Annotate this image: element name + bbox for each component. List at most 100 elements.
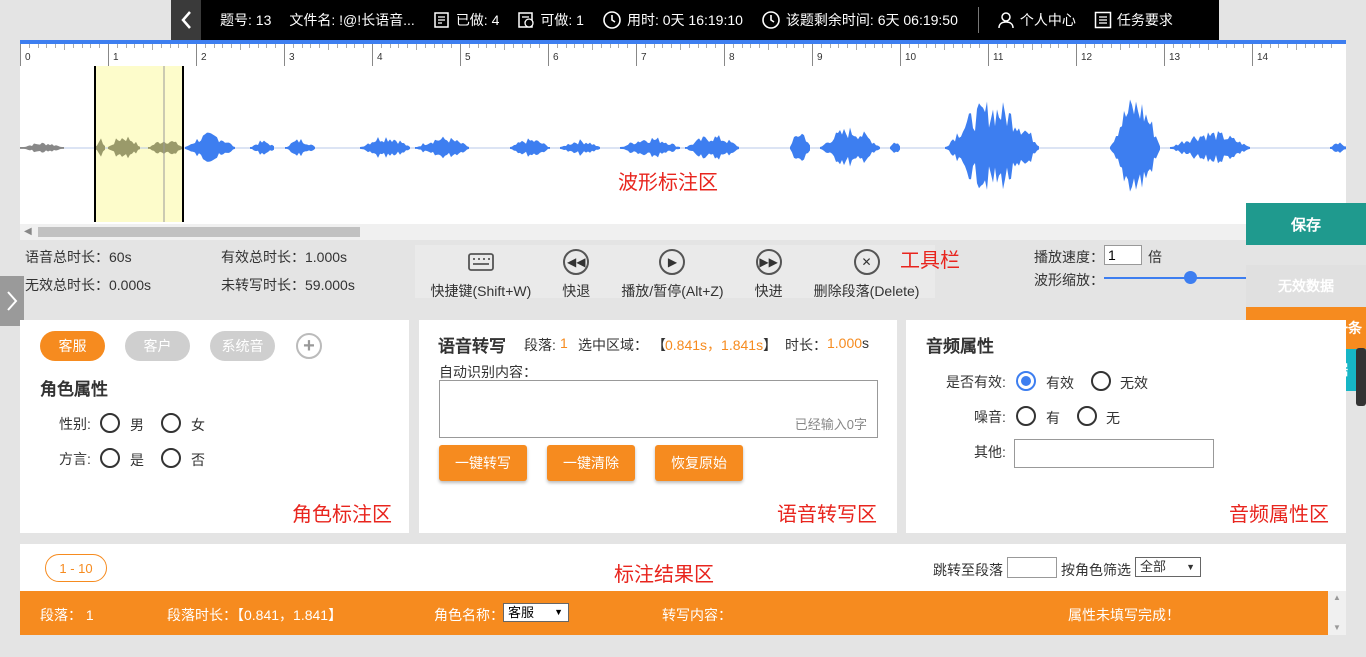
results-area-label: 标注结果区	[614, 564, 714, 586]
other-input[interactable]	[1014, 439, 1214, 468]
ruler-tick	[196, 44, 197, 66]
transcription-textarea[interactable]: 已经输入0字	[439, 380, 878, 438]
ruler-minor-tick	[477, 44, 479, 48]
gender-male-radio[interactable]	[100, 413, 120, 433]
results-scrollbar[interactable]: ▲ ▼	[1328, 591, 1346, 635]
rewind-button[interactable]: ◀◀ 快退	[562, 249, 590, 301]
jump-to-segment-label: 跳转至段落	[933, 562, 1003, 578]
role-tab-agent[interactable]: 客服	[40, 331, 105, 361]
row-role-select[interactable]: 客服 ▼	[503, 603, 569, 622]
user-icon	[998, 12, 1014, 29]
result-row[interactable]: 段落： 1 段落时长：【0.841，1.841】 角色名称： 客服 ▼ 转写内容…	[20, 591, 1328, 635]
waveform-burst	[20, 142, 64, 153]
transcribe-title: 语音转写	[438, 337, 506, 356]
ruler-tick	[988, 44, 989, 66]
ruler-tick-label: 4	[377, 52, 383, 63]
jump-segment-input[interactable]	[1007, 557, 1057, 578]
gender-female-radio[interactable]	[161, 413, 181, 433]
ruler-minor-tick	[873, 44, 875, 48]
ruler-minor-tick	[609, 44, 611, 48]
ruler-minor-tick	[310, 44, 312, 48]
ruler-minor-tick	[222, 44, 224, 48]
invalid-data-button[interactable]: 无效数据	[1246, 265, 1366, 307]
ruler-minor-tick	[653, 44, 655, 48]
ruler-minor-tick	[1243, 44, 1245, 48]
scroll-down-icon[interactable]: ▼	[1333, 623, 1341, 632]
waveform-burst	[945, 101, 1039, 190]
ruler-minor-tick	[530, 44, 532, 48]
side-scroll-indicator[interactable]	[1356, 348, 1366, 406]
waveform-burst	[285, 139, 315, 157]
ruler-tick	[900, 44, 901, 66]
scrollbar-thumb[interactable]	[38, 227, 360, 237]
row-role-label: 角色名称：	[434, 607, 504, 623]
zoom-slider-track[interactable]	[1104, 277, 1246, 279]
ruler-minor-tick	[785, 44, 787, 48]
waveform-scrollbar[interactable]: ◀	[20, 224, 1346, 240]
ruler-minor-tick	[398, 44, 400, 48]
ruler-minor-tick	[319, 44, 321, 48]
ruler-tick-label: 11	[993, 52, 1004, 63]
file-name: 文件名: !@!长语音...	[289, 12, 415, 28]
scroll-up-icon[interactable]: ▲	[1333, 593, 1341, 602]
ruler-minor-tick	[996, 44, 998, 48]
ruler-minor-tick	[688, 44, 690, 48]
waveform-burst	[185, 132, 235, 162]
ruler-minor-tick	[90, 44, 92, 48]
shortcut-button[interactable]: 快捷键(Shift+W)	[431, 249, 531, 301]
noise-yes-radio[interactable]	[1016, 406, 1036, 426]
waveform-canvas[interactable]	[20, 66, 1346, 222]
ruler-minor-tick	[820, 44, 822, 48]
ruler-minor-tick	[37, 44, 39, 48]
used-time: 用时: 0天 16:19:10	[602, 10, 743, 30]
waveform-burst	[510, 138, 550, 157]
waveform-burst	[685, 135, 739, 160]
ruler-minor-tick	[618, 44, 620, 48]
waveform-burst	[415, 136, 469, 159]
dialect-yes-radio[interactable]	[100, 448, 120, 468]
ruler-minor-tick	[442, 44, 444, 48]
ruler-minor-tick	[1058, 44, 1060, 48]
page-range-button[interactable]: 1 - 10	[45, 554, 107, 582]
ruler-minor-tick	[1120, 44, 1121, 50]
one-click-transcribe-button[interactable]: 一键转写	[439, 445, 527, 481]
audio-attributes-title: 音频属性	[926, 337, 994, 356]
zoom-slider-handle[interactable]	[1184, 271, 1197, 284]
ruler-minor-tick	[856, 44, 857, 50]
valid-no-radio[interactable]	[1091, 371, 1111, 391]
toolbar-area-label: 工具栏	[900, 250, 960, 272]
back-button[interactable]	[171, 0, 201, 40]
scroll-left-icon[interactable]: ◀	[24, 226, 32, 237]
selection-bracket-open: 【	[652, 337, 666, 353]
task-requirements-link[interactable]: 任务要求	[1094, 10, 1173, 30]
role-tab-system[interactable]: 系统音	[210, 331, 275, 361]
valid-yes-radio[interactable]	[1016, 371, 1036, 391]
expand-left-button[interactable]	[0, 276, 24, 326]
role-filter-select[interactable]: 全部 ▼	[1135, 557, 1201, 577]
role-tab-customer[interactable]: 客户	[125, 331, 190, 361]
ruler-minor-tick	[944, 44, 945, 50]
gender-label: 性别:	[59, 416, 91, 432]
waveform-panel[interactable]: 0 1 2 3 4 5 6 7 8 9 10 11 12 13 14 波形标注区 ◀	[20, 40, 1346, 240]
user-center-link[interactable]: 个人中心	[997, 10, 1076, 30]
ruler-minor-tick	[706, 44, 708, 48]
one-click-clear-button[interactable]: 一键清除	[547, 445, 635, 481]
ruler-tick-label: 5	[465, 52, 471, 63]
forward-button[interactable]: ▶▶ 快进	[755, 249, 783, 301]
ruler-minor-tick	[1269, 44, 1271, 48]
add-role-button[interactable]: +	[296, 333, 322, 359]
ruler-tick	[108, 44, 109, 66]
row-role-value: 客服	[508, 605, 535, 620]
done-count-text: 已做: 4	[455, 12, 500, 28]
playback-speed-input[interactable]	[1104, 245, 1142, 265]
dialect-no-radio[interactable]	[161, 448, 181, 468]
ruler-minor-tick	[1128, 44, 1130, 48]
save-button[interactable]: 保存	[1246, 203, 1366, 245]
restore-original-button[interactable]: 恢复原始	[655, 445, 743, 481]
ruler-minor-tick	[468, 44, 470, 48]
ruler-minor-tick	[829, 44, 831, 48]
ruler-minor-tick	[908, 44, 910, 48]
noise-no-radio[interactable]	[1077, 406, 1097, 426]
top-bar: 题号: 13 文件名: !@!长语音... 已做: 4 可做: 1 用时: 0天…	[171, 0, 1219, 40]
play-pause-button[interactable]: ▶ 播放/暂停(Alt+Z)	[621, 249, 724, 301]
